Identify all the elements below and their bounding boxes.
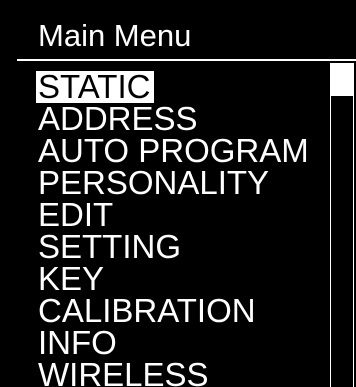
main-menu-list: STATIC ADDRESS AUTO PROGRAM PERSONALITY …: [36, 70, 310, 387]
menu-item-calibration[interactable]: CALIBRATION: [37, 294, 310, 327]
menu-scrollbar[interactable]: [330, 63, 354, 387]
menu-row-static: STATIC: [36, 70, 310, 103]
lcd-screen: Main Menu STATIC ADDRESS AUTO PROGRAM PE…: [0, 0, 356, 387]
menu-item-address[interactable]: ADDRESS: [37, 102, 310, 135]
page-title: Main Menu: [38, 18, 192, 53]
menu-item-personality[interactable]: PERSONALITY: [37, 166, 310, 199]
scrollbar-thumb[interactable]: [331, 64, 353, 96]
menu-item-auto-program[interactable]: AUTO PROGRAM: [37, 134, 310, 167]
menu-item-edit[interactable]: EDIT: [37, 198, 310, 231]
menu-item-setting[interactable]: SETTING: [37, 230, 310, 263]
menu-item-key[interactable]: KEY: [37, 262, 310, 295]
menu-item-static[interactable]: STATIC: [36, 70, 155, 103]
menu-item-wireless[interactable]: WIRELESS: [37, 358, 310, 387]
title-divider: [17, 59, 356, 61]
menu-item-info[interactable]: INFO: [37, 326, 310, 359]
